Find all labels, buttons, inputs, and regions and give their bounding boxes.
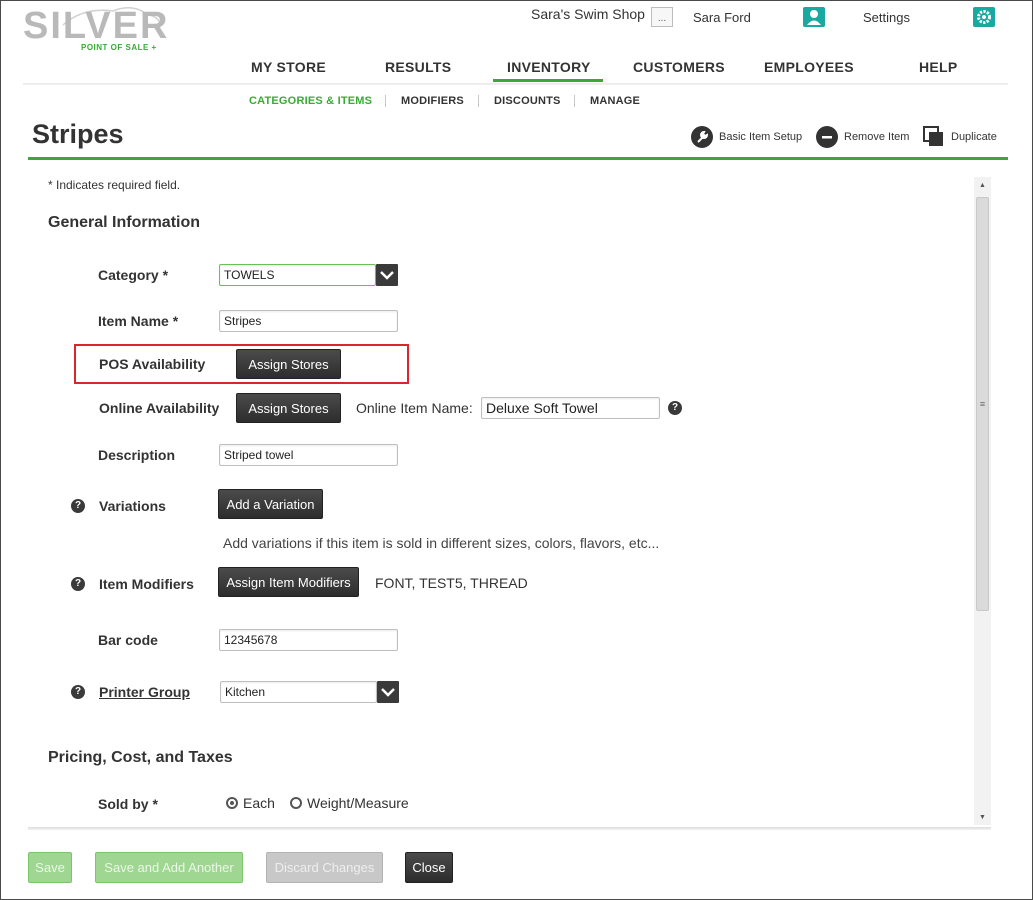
discard-changes-button[interactable]: Discard Changes (266, 852, 383, 883)
subnav-modifiers[interactable]: MODIFIERS (401, 95, 464, 107)
nav-active-indicator (493, 79, 603, 82)
logo-word: SILVER (23, 5, 170, 47)
scroll-thumb[interactable]: ≡ (976, 197, 989, 611)
online-item-name-label: Online Item Name: (356, 400, 473, 416)
basic-item-setup-button[interactable]: Basic Item Setup (691, 125, 802, 149)
sold-by-label: Sold by * (98, 796, 158, 812)
subnav-manage[interactable]: MANAGE (590, 95, 640, 107)
category-label: Category * (98, 267, 169, 283)
radio-checked-icon (226, 797, 238, 809)
page-title: Stripes (32, 119, 124, 149)
header-divider (28, 157, 1008, 160)
logo-subtext: POINT OF SALE + (81, 43, 157, 52)
store-name: Sara's Swim Shop (531, 6, 645, 22)
item-modifiers-value: FONT, TEST5, THREAD (375, 575, 528, 591)
item-form: * Indicates required field. General Info… (28, 163, 974, 827)
duplicate-button[interactable]: Duplicate (923, 125, 997, 149)
save-and-add-another-button[interactable]: Save and Add Another (95, 852, 243, 883)
scroll-down-icon[interactable]: ▼ (974, 809, 991, 825)
online-item-name-field[interactable]: Deluxe Soft Towel (481, 397, 660, 419)
close-button[interactable]: Close (405, 852, 453, 883)
remove-item-label: Remove Item (844, 131, 910, 143)
item-name-label: Item Name * (98, 313, 179, 329)
pricing-title: Pricing, Cost, and Taxes (48, 749, 233, 766)
variations-hint: Add variations if this item is sold in d… (223, 535, 660, 551)
settings-button[interactable] (973, 7, 995, 27)
nav-inventory[interactable]: INVENTORY (507, 59, 591, 75)
printer-group-link[interactable]: Printer Group (99, 684, 190, 700)
bar-code-label: Bar code (98, 632, 158, 648)
nav-employees[interactable]: EMPLOYEES (764, 59, 854, 75)
nav-customers[interactable]: CUSTOMERS (633, 59, 725, 75)
assign-item-modifiers-button[interactable]: Assign Item Modifiers (218, 567, 359, 597)
save-button[interactable]: Save (28, 852, 72, 883)
online-availability-label: Online Availability (99, 400, 220, 416)
help-icon[interactable]: ? (71, 685, 85, 699)
nav-my-store[interactable]: MY STORE (251, 59, 326, 75)
sold-by-weight-radio[interactable]: Weight/Measure (290, 795, 409, 811)
help-icon[interactable]: ? (71, 577, 85, 591)
remove-icon (816, 126, 838, 148)
store-switch-button[interactable]: ... (651, 7, 673, 27)
online-assign-stores-button[interactable]: Assign Stores (236, 393, 341, 423)
subnav-discounts[interactable]: DISCOUNTS (494, 95, 561, 107)
sold-by-each-label: Each (243, 795, 275, 811)
required-note: * Indicates required field. (48, 178, 181, 192)
chevron-down-icon[interactable] (376, 264, 398, 286)
nav-results[interactable]: RESULTS (385, 59, 451, 75)
silver-logo[interactable]: SILVER POINT OF SALE + (23, 5, 167, 55)
printer-group-select[interactable]: Kitchen (220, 681, 377, 703)
description-label: Description (98, 447, 176, 463)
pos-availability-label: POS Availability (99, 356, 206, 372)
subnav-categories-items[interactable]: CATEGORIES & ITEMS (249, 95, 372, 107)
help-icon[interactable]: ? (71, 499, 85, 513)
scroll-up-icon[interactable]: ▲ (974, 177, 991, 193)
footer-divider (28, 827, 991, 830)
basic-item-setup-label: Basic Item Setup (719, 131, 803, 143)
user-profile-button[interactable] (803, 7, 825, 27)
item-name-field[interactable]: Stripes (219, 310, 398, 332)
variations-label: Variations (99, 498, 166, 514)
sold-by-each-radio[interactable]: Each (226, 795, 275, 811)
nav-divider (23, 83, 1008, 85)
gear-icon (977, 10, 991, 24)
category-select[interactable]: TOWELS (219, 264, 376, 286)
subnav-separator (478, 95, 479, 107)
description-field[interactable]: Striped towel (219, 444, 398, 466)
user-name[interactable]: Sara Ford (693, 10, 751, 25)
bar-code-field[interactable]: 12345678 (219, 629, 398, 651)
duplicate-icon (923, 126, 945, 148)
help-icon[interactable]: ? (668, 401, 682, 415)
pos-assign-stores-button[interactable]: Assign Stores (236, 349, 341, 379)
add-variation-button[interactable]: Add a Variation (218, 489, 323, 519)
subnav-separator (574, 95, 575, 107)
radio-unchecked-icon (290, 797, 302, 809)
app-window: SILVER POINT OF SALE + Sara's Swim Shop … (0, 0, 1033, 900)
sold-by-weight-label: Weight/Measure (307, 795, 409, 811)
wrench-icon (691, 126, 713, 148)
user-icon (807, 10, 821, 25)
duplicate-label: Duplicate (951, 131, 997, 143)
subnav-separator (385, 95, 386, 107)
chevron-down-icon[interactable] (377, 681, 399, 703)
nav-help[interactable]: HELP (919, 59, 958, 75)
general-info-title: General Information (48, 214, 201, 231)
remove-item-button[interactable]: Remove Item (816, 125, 909, 149)
item-modifiers-label: Item Modifiers (99, 576, 194, 592)
settings-label[interactable]: Settings (863, 10, 910, 25)
form-scrollbar[interactable]: ▲ ≡ ▼ (974, 177, 991, 825)
